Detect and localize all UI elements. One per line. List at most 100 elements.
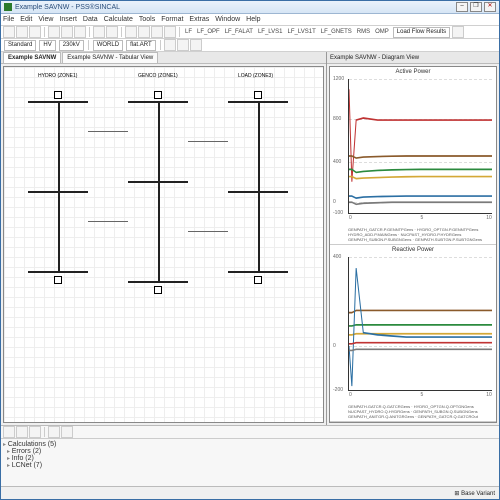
- maximize-button[interactable]: ❐: [470, 2, 482, 12]
- menu-edit[interactable]: Edit: [20, 16, 32, 23]
- stop-icon[interactable]: [138, 26, 150, 38]
- cut-icon[interactable]: [48, 26, 60, 38]
- titlebar[interactable]: Example SAVNW - PSS®SINCAL – ❐ ✕: [1, 1, 499, 14]
- kv-dropdown[interactable]: 230kV: [59, 40, 84, 51]
- pause-icon[interactable]: [164, 26, 176, 38]
- chart2-lines: [349, 257, 492, 391]
- workspace: Example SAVNW Example SAVNW - Tabular Vi…: [1, 52, 499, 425]
- generator-icon[interactable]: [154, 91, 162, 99]
- chart1-title: Active Power: [332, 69, 494, 75]
- redo-icon[interactable]: [106, 26, 118, 38]
- right-pane: Example SAVNW - Diagram View Active Powe…: [327, 52, 499, 425]
- bus-bar[interactable]: [228, 271, 288, 273]
- transformer-icon[interactable]: [54, 276, 62, 284]
- branch[interactable]: [158, 101, 160, 281]
- bottom-panel: Calculations (5) Errors (2) Info (2) LCN…: [1, 425, 499, 486]
- chart1-plot: 1200 800 400 0 -100 0 5 10: [348, 79, 492, 214]
- menu-data[interactable]: Data: [83, 16, 98, 23]
- undo-icon[interactable]: [93, 26, 105, 38]
- menu-help[interactable]: Help: [246, 16, 260, 23]
- bottom-toolbar: [1, 426, 499, 439]
- art-dropdown[interactable]: flat.ART: [126, 40, 156, 51]
- status-variant[interactable]: ⊞ Base Variant: [454, 490, 495, 497]
- case-lvs1t[interactable]: LF_LVS1T: [288, 29, 316, 35]
- branch[interactable]: [88, 221, 128, 222]
- transformer-icon[interactable]: [154, 286, 162, 294]
- branch[interactable]: [188, 231, 228, 232]
- branch[interactable]: [258, 101, 260, 271]
- refresh-icon[interactable]: [452, 26, 464, 38]
- chart-container: Active Power 1200 800 400 0 -100 0 5 10 …: [329, 66, 497, 423]
- zoom-out-icon[interactable]: [177, 39, 189, 51]
- case-gnets[interactable]: LF_GNETS: [321, 29, 352, 35]
- tab-tabular[interactable]: Example SAVNW - Tabular View: [62, 52, 158, 63]
- menu-tools[interactable]: Tools: [139, 16, 155, 23]
- bus-bar[interactable]: [28, 271, 88, 273]
- world-dropdown[interactable]: WORLD: [93, 40, 123, 51]
- tree-root[interactable]: Calculations (5): [3, 441, 497, 448]
- load-icon[interactable]: [254, 91, 262, 99]
- single-line-diagram[interactable]: HYDRO (ZONE1) GENCO (ZONE1) LOAD (ZONE3): [3, 66, 324, 423]
- chart-active-power[interactable]: Active Power 1200 800 400 0 -100 0 5 10 …: [330, 67, 496, 245]
- results-dropdown[interactable]: Load Flow Results: [393, 27, 450, 38]
- toolbar-1: LF LF_OPF LF_FALAT LF_LVS1 LF_LVS1T LF_G…: [1, 26, 499, 39]
- menu-window[interactable]: Window: [215, 16, 240, 23]
- export-icon[interactable]: [29, 426, 41, 438]
- left-pane: Example SAVNW Example SAVNW - Tabular Vi…: [1, 52, 327, 425]
- message-tree[interactable]: Calculations (5) Errors (2) Info (2) LCN…: [1, 439, 499, 486]
- chart-reactive-power[interactable]: Reactive Power 400 0 -200 0 5 10 GENPATH…: [330, 245, 496, 423]
- save-icon[interactable]: [29, 26, 41, 38]
- menu-insert[interactable]: Insert: [59, 16, 77, 23]
- clear-icon[interactable]: [16, 426, 28, 438]
- close-button[interactable]: ✕: [484, 2, 496, 12]
- filter-icon[interactable]: [3, 426, 15, 438]
- fit-icon[interactable]: [190, 39, 202, 51]
- tree-item[interactable]: LCNet (7): [7, 462, 497, 469]
- menu-calculate[interactable]: Calculate: [104, 16, 133, 23]
- paste-icon[interactable]: [74, 26, 86, 38]
- copy-icon[interactable]: [61, 26, 73, 38]
- zone-label-b: GENCO (ZONE1): [138, 73, 178, 79]
- zoom-in-icon[interactable]: [164, 39, 176, 51]
- window-title: Example SAVNW - PSS®SINCAL: [15, 4, 454, 11]
- generator-icon[interactable]: [54, 91, 62, 99]
- zone-label-a: HYDRO (ZONE1): [38, 73, 77, 79]
- case-falat[interactable]: LF_FALAT: [225, 29, 253, 35]
- case-rms[interactable]: RMS: [357, 29, 370, 35]
- view-tabs: Example SAVNW Example SAVNW - Tabular Vi…: [1, 52, 326, 64]
- open-icon[interactable]: [16, 26, 28, 38]
- right-pane-header: Example SAVNW - Diagram View: [327, 52, 499, 64]
- chart2-plot: 400 0 -200 0 5 10: [348, 257, 492, 392]
- voltage-dropdown[interactable]: HV: [39, 40, 55, 51]
- tree-item[interactable]: Info (2): [7, 455, 497, 462]
- play-icon[interactable]: [151, 26, 163, 38]
- branch[interactable]: [188, 141, 228, 142]
- tree-item[interactable]: Errors (2): [7, 448, 497, 455]
- zone-label-c: LOAD (ZONE3): [238, 73, 273, 79]
- case-lf[interactable]: LF: [185, 29, 192, 35]
- case-omp[interactable]: OMP: [375, 29, 389, 35]
- tab-diagram[interactable]: Example SAVNW: [3, 52, 61, 63]
- case-lvs1[interactable]: LF_LVS1: [258, 29, 283, 35]
- collapse-icon[interactable]: [61, 426, 73, 438]
- toolbar-2: Standard HV 230kV WORLD flat.ART: [1, 39, 499, 52]
- menubar: File Edit View Insert Data Calculate Too…: [1, 14, 499, 26]
- status-bar: ⊞ Base Variant: [1, 486, 499, 499]
- branch[interactable]: [58, 101, 60, 271]
- load-icon[interactable]: [254, 276, 262, 284]
- run-icon[interactable]: [125, 26, 137, 38]
- new-icon[interactable]: [3, 26, 15, 38]
- menu-view[interactable]: View: [38, 16, 53, 23]
- bus-bar[interactable]: [128, 281, 188, 283]
- menu-file[interactable]: File: [3, 16, 14, 23]
- minimize-button[interactable]: –: [456, 2, 468, 12]
- chart2-legend: GENPATH.GATCR.Q.GATCRGens · HYDRO_OPTGN.…: [348, 404, 492, 419]
- menu-format[interactable]: Format: [161, 16, 183, 23]
- branch[interactable]: [88, 131, 128, 132]
- chart2-title: Reactive Power: [332, 247, 494, 253]
- chart1-lines: [349, 79, 492, 213]
- layer-dropdown[interactable]: Standard: [4, 40, 36, 51]
- expand-icon[interactable]: [48, 426, 60, 438]
- case-opf[interactable]: LF_OPF: [197, 29, 220, 35]
- menu-extras[interactable]: Extras: [189, 16, 209, 23]
